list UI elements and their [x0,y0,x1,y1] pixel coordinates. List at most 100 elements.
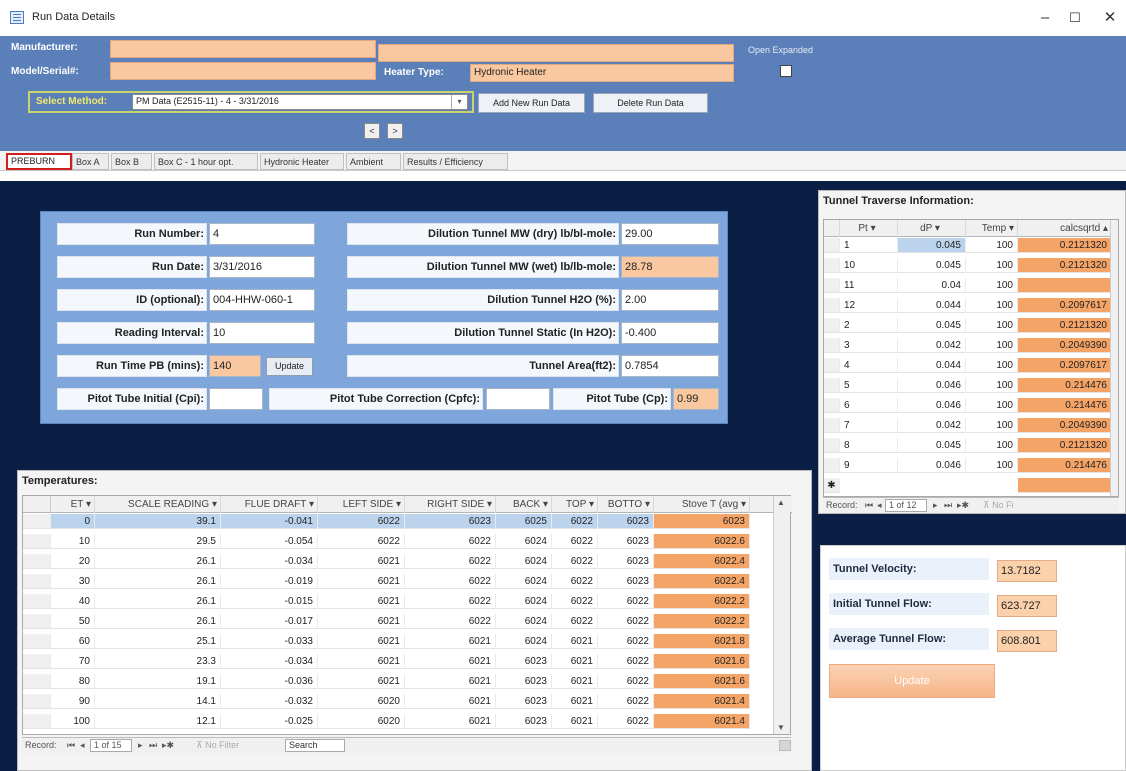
temperature-cell[interactable]: 50 [51,614,95,629]
traverse-cell[interactable]: 9 [840,458,898,473]
temperature-row[interactable]: 20 26.1 -0.034 6021 6022 6024 6022 6023 6022.4 [23,554,792,569]
manufacturer-field[interactable] [110,40,376,58]
temperature-row[interactable]: 80 19.1 -0.036 6021 6021 6023 6021 6022 6021.6 [23,674,792,689]
temperature-cell[interactable]: 6023 [598,554,654,569]
traverse-cell[interactable]: 100 [966,338,1018,353]
tunnel-velocity-field[interactable]: 13.7182 [997,560,1057,582]
temperature-cell[interactable]: 39.1 [95,514,221,529]
row-selector[interactable] [824,318,840,333]
traverse-cell[interactable]: 0.04 [898,278,966,293]
delete-run-data-button[interactable]: Delete Run Data [593,93,708,113]
temperature-cell[interactable]: 6023 [496,714,552,729]
tab-preburn[interactable]: PREBURN [6,153,72,170]
temperature-cell[interactable]: 6022.2 [654,614,750,629]
traverse-cell[interactable]: 100 [966,378,1018,393]
temperature-cell[interactable]: 6021 [318,574,405,589]
traverse-row[interactable]: 7 0.042 100 0.2049390 [824,418,1112,433]
temperature-cell[interactable]: 6021 [318,634,405,649]
tt-last-record-icon[interactable]: ⏭ [944,498,952,513]
temperature-cell[interactable]: 6021 [405,694,496,709]
temperature-cell[interactable]: 6021 [405,654,496,669]
reading-interval-field[interactable]: 10 [209,322,315,344]
traverse-cell[interactable]: 0.042 [898,338,966,353]
temperature-cell[interactable]: 6023 [598,514,654,529]
temperature-cell[interactable]: -0.033 [221,634,318,649]
row-selector[interactable] [23,654,51,669]
previous-record-button[interactable]: < [364,123,380,139]
row-selector[interactable] [23,634,51,649]
mw-dry-field[interactable]: 29.00 [621,223,719,245]
traverse-cell[interactable]: 100 [966,358,1018,373]
temperature-cell[interactable]: 70 [51,654,95,669]
temperature-cell[interactable]: 6021.6 [654,674,750,689]
temperature-cell[interactable]: 6024 [496,594,552,609]
traverse-cell[interactable]: 100 [966,398,1018,413]
row-selector[interactable] [824,458,840,473]
tab-box-a[interactable]: Box A [72,153,109,170]
initial-tunnel-flow-field[interactable]: 623.727 [997,595,1057,617]
temperature-cell[interactable]: 6022 [405,614,496,629]
traverse-cell[interactable]: 0.214476 [1018,398,1112,413]
traverse-cell[interactable]: 0.046 [898,398,966,413]
temperature-cell[interactable]: 6021.6 [654,654,750,669]
traverse-row[interactable]: 12 0.044 100 0.2097617 [824,298,1112,313]
traverse-cell[interactable]: 0.044 [898,358,966,373]
row-selector[interactable] [23,674,51,689]
temperature-cell[interactable]: 6021 [318,554,405,569]
add-new-run-data-button[interactable]: Add New Run Data [478,93,585,113]
temperature-row[interactable]: 90 14.1 -0.032 6020 6021 6023 6021 6022 6021.4 [23,694,792,709]
static-field[interactable]: -0.400 [621,322,719,344]
traverse-cell[interactable]: 100 [966,438,1018,453]
traverse-cell[interactable]: 0.045 [898,238,966,253]
tab-ambient[interactable]: Ambient [346,153,401,170]
tab-hydronic-heater[interactable]: Hydronic Heater [260,153,344,170]
temperature-cell[interactable]: 60 [51,634,95,649]
traverse-cell[interactable]: 12 [840,298,898,313]
temperature-cell[interactable]: 6021.4 [654,714,750,729]
temperature-cell[interactable]: 6021.8 [654,634,750,649]
temperature-cell[interactable]: 6022 [552,614,598,629]
temperature-cell[interactable]: 40 [51,594,95,609]
traverse-cell[interactable]: 0.214476 [1018,378,1112,393]
temperature-cell[interactable]: 6022 [598,694,654,709]
temperature-row[interactable]: 10 29.5 -0.054 6022 6022 6024 6022 6023 6022.6 [23,534,792,549]
temperature-cell[interactable]: 6022 [552,514,598,529]
run-number-field[interactable]: 4 [209,223,315,245]
traverse-cell[interactable]: 0.2049390 [1018,418,1112,433]
traverse-cell[interactable]: 100 [966,258,1018,273]
traverse-cell[interactable]: 0.045 [898,258,966,273]
temperature-cell[interactable]: 6024 [496,574,552,589]
col-dp[interactable]: dP ▾ [898,220,966,237]
temperature-cell[interactable]: 6021 [552,654,598,669]
temperature-cell[interactable]: 6021 [318,594,405,609]
traverse-cell[interactable]: 0.2121320 [1018,438,1112,453]
temperature-cell[interactable]: 14.1 [95,694,221,709]
temperature-cell[interactable]: 6021 [552,714,598,729]
temperature-cell[interactable]: -0.025 [221,714,318,729]
temperature-cell[interactable]: 12.1 [95,714,221,729]
col-scale-reading[interactable]: SCALE READING ▾ [95,496,221,513]
tt-record-position-field[interactable]: 1 of 12 [885,499,927,512]
traverse-cell[interactable]: 0.2121320 [1018,318,1112,333]
col-top[interactable]: TOP ▾ [552,496,598,513]
next-record-icon[interactable]: ▸ [138,738,143,753]
temperature-cell[interactable]: -0.017 [221,614,318,629]
prev-record-icon[interactable]: ◂ [80,738,85,753]
traverse-cell[interactable]: 2 [840,318,898,333]
traverse-row[interactable]: 5 0.046 100 0.214476 [824,378,1112,393]
row-selector[interactable] [824,358,840,373]
row-selector[interactable] [824,238,840,253]
close-button[interactable]: ✕ [1092,6,1126,30]
temperature-row[interactable]: 50 26.1 -0.017 6021 6022 6024 6022 6022 6022.2 [23,614,792,629]
temperature-cell[interactable]: 26.1 [95,614,221,629]
temperature-cell[interactable]: 6022 [598,674,654,689]
temperature-cell[interactable]: -0.032 [221,694,318,709]
temperature-cell[interactable]: 29.5 [95,534,221,549]
traverse-cell[interactable]: 0.2121320 [1018,258,1112,273]
tt-first-record-icon[interactable]: ⏮ [865,498,873,513]
col-back[interactable]: BACK ▾ [496,496,552,513]
col-bottom[interactable]: BOTTO ▾ [598,496,654,513]
temperature-cell[interactable]: 6021 [405,634,496,649]
temperature-row[interactable]: 40 26.1 -0.015 6021 6022 6024 6022 6022 6022.2 [23,594,792,609]
traverse-cell[interactable]: 0.2097617 [1018,358,1112,373]
